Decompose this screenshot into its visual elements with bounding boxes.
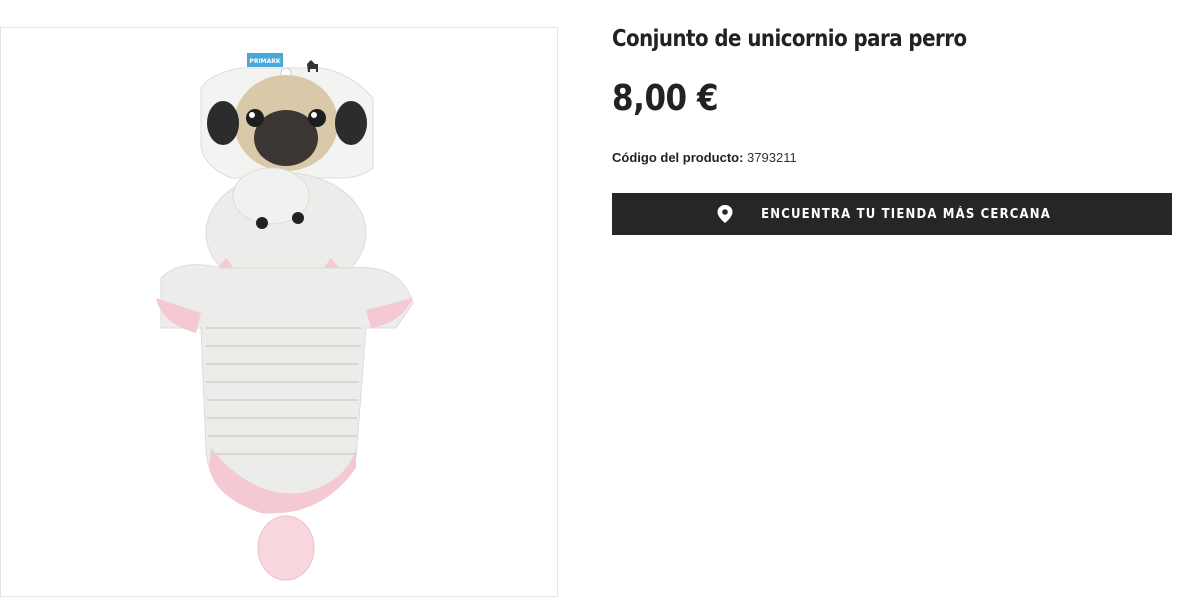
map-pin-icon [717, 205, 733, 223]
pug-ear-left [207, 101, 239, 145]
pug-eye-left [246, 109, 264, 127]
product-image-panel[interactable]: PRIMARK [0, 27, 558, 597]
product-code-label: Código del producto: [612, 150, 744, 165]
find-store-label: ENCUENTRA TU TIENDA MÁS CERCANA [761, 206, 1051, 222]
product-title: Conjunto de unicornio para perro [612, 26, 967, 52]
unicorn-eye-right [292, 212, 304, 224]
product-code: Código del producto: 3793211 [612, 150, 797, 165]
find-store-button[interactable]: ENCUENTRA TU TIENDA MÁS CERCANA [612, 193, 1172, 235]
unicorn-eye-left [256, 217, 268, 229]
product-price: 8,00 € [612, 78, 719, 119]
pug-eye-right [308, 109, 326, 127]
pug-ear-right [335, 101, 367, 145]
costume-body [160, 264, 414, 512]
product-image: PRIMARK [156, 53, 414, 581]
brand-tag-text: PRIMARK [249, 58, 280, 65]
product-code-value: 3793211 [747, 150, 797, 165]
unicorn-tail [257, 515, 315, 581]
